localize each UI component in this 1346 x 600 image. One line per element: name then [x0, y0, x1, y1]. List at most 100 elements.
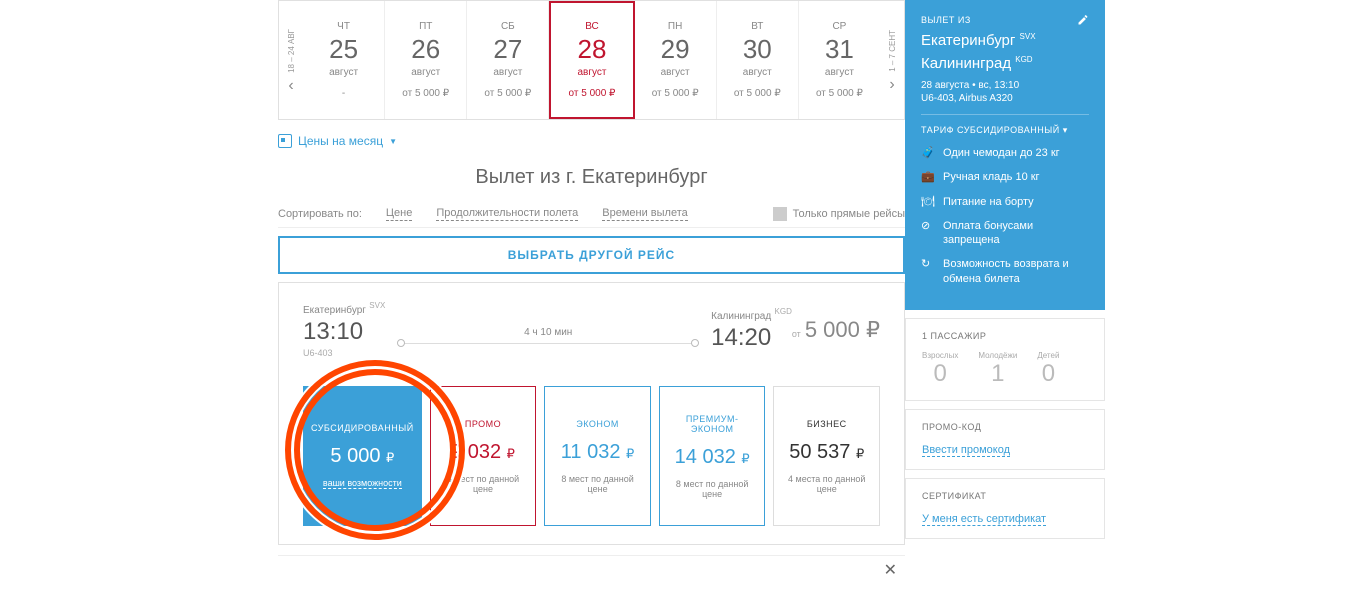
fare-seats: 8 мест по данной цене [439, 474, 528, 494]
pax-col: Молодёжи1 [978, 351, 1017, 388]
day-price: от 5 000 ₽ [402, 88, 449, 99]
day-price: от 5 000 ₽ [484, 88, 531, 99]
day-month: август [661, 67, 690, 78]
summary-flight-info: U6-403, Airbus A320 [921, 93, 1089, 104]
pax-col: Взрослых0 [922, 351, 958, 388]
day-month: август [411, 67, 440, 78]
chevron-left-icon: ‹ [288, 77, 293, 95]
feature-icon: ⊘ [921, 219, 935, 233]
day-month: август [329, 67, 358, 78]
day-31[interactable]: СР 31 август от 5 000 ₽ [799, 1, 880, 119]
enter-promo-link[interactable]: Ввести промокод [922, 444, 1010, 457]
date-next-range: 1 – 7 СЕНТ [888, 30, 897, 72]
day-30[interactable]: ВТ 30 август от 5 000 ₽ [717, 1, 799, 119]
summary-to-city: Калининград KGD [921, 55, 1089, 72]
choose-another-flight-button[interactable]: ВЫБРАТЬ ДРУГОЙ РЕЙС [278, 236, 905, 274]
sort-price[interactable]: Цене [386, 207, 412, 221]
tariff-feature: ⊘Оплата бонусами запрещена [921, 219, 1089, 248]
tariff-feature: 🧳Один чемодан до 23 кг [921, 146, 1089, 160]
day-number: 31 [825, 34, 854, 65]
sort-duration[interactable]: Продолжительности полета [436, 207, 578, 221]
close-button[interactable]: ✕ [278, 555, 905, 584]
date-prev[interactable]: 18 – 24 АВГ ‹ [279, 1, 303, 119]
direct-only-toggle[interactable]: Только прямые рейсы [773, 207, 905, 221]
arr-code: KGD [775, 307, 792, 316]
pax-col: Детей0 [1037, 351, 1059, 388]
day-price: - [342, 88, 345, 99]
fare-name: ЭКОНОМ [576, 419, 619, 429]
passengers-label: 1 ПАССАЖИР [922, 331, 1088, 341]
sort-departure[interactable]: Времени вылета [602, 207, 687, 221]
day-dow: ПТ [419, 21, 432, 32]
arr-city: Калининград [711, 311, 771, 322]
flight-number: U6-403 [303, 348, 385, 358]
day-number: 29 [661, 34, 690, 65]
day-number: 25 [329, 34, 358, 65]
fare-promo[interactable]: ПРОМО 9 032 ₽ 8 мест по данной цене [430, 386, 537, 526]
flight-duration: 4 ч 10 мин [524, 327, 572, 338]
fare-price: 14 032 ₽ [675, 446, 750, 469]
certificate-link[interactable]: У меня есть сертификат [922, 513, 1046, 526]
day-month: август [577, 67, 606, 78]
day-dow: СБ [501, 21, 515, 32]
date-next[interactable]: 1 – 7 СЕНТ › [880, 1, 904, 119]
day-dow: СР [832, 21, 846, 32]
day-28[interactable]: ВС 28 август от 5 000 ₽ [549, 1, 634, 119]
promo-panel: ПРОМО-КОД Ввести промокод [905, 409, 1105, 470]
page-title: Вылет из г. Екатеринбург [278, 166, 905, 189]
fare-biz[interactable]: БИЗНЕС 50 537 ₽ 4 места по данной цене [773, 386, 880, 526]
certificate-panel: СЕРТИФИКАТ У меня есть сертификат [905, 478, 1105, 539]
day-number: 30 [743, 34, 772, 65]
depart-from-label: ВЫЛЕТ ИЗ [921, 15, 971, 25]
day-dow: ЧТ [337, 21, 350, 32]
day-month: август [825, 67, 854, 78]
fare-seats: 4 места по данной цене [782, 474, 871, 494]
summary-datetime: 28 августа • вс, 13:10 [921, 80, 1089, 91]
fare-prem[interactable]: ПРЕМИУМ-ЭКОНОМ 14 032 ₽ 8 мест по данной… [659, 386, 766, 526]
fare-name: СУБСИДИРОВАННЫЙ [311, 423, 414, 433]
fare-name: ПРОМО [465, 419, 501, 429]
flight-card: Екатеринбург SVX 13:10 U6-403 4 ч 10 мин… [278, 282, 905, 545]
date-carousel: 18 – 24 АВГ ‹ ЧТ 25 август -ПТ 26 август… [278, 0, 905, 120]
tariff-feature: 🍽Питание на борту [921, 195, 1089, 209]
fare-seats: 8 мест по данной цене [668, 479, 757, 499]
fare-econ[interactable]: ЭКОНОМ 11 032 ₽ 8 мест по данной цене [544, 386, 651, 526]
pax-type: Молодёжи [978, 351, 1017, 360]
feature-icon: 💼 [921, 170, 935, 184]
sort-label: Сортировать по: [278, 208, 362, 220]
day-27[interactable]: СБ 27 август от 5 000 ₽ [467, 1, 549, 119]
certificate-label: СЕРТИФИКАТ [922, 491, 1088, 501]
checkbox-icon [773, 207, 787, 221]
tariff-feature: 💼Ручная кладь 10 кг [921, 170, 1089, 184]
fare-sub[interactable]: СУБСИДИРОВАННЫЙ 5 000 ₽ ваши возможности [303, 386, 422, 526]
month-prices-link[interactable]: Цены на месяц ▼ [278, 134, 905, 148]
day-price: от 5 000 ₽ [816, 88, 863, 99]
day-price: от 5 000 ₽ [569, 88, 616, 99]
fare-seats: 8 мест по данной цене [553, 474, 642, 494]
feature-icon: 🧳 [921, 146, 935, 160]
trip-summary-panel: ВЫЛЕТ ИЗ Екатеринбург SVX Калининград KG… [905, 0, 1105, 310]
day-number: 26 [411, 34, 440, 65]
fare-seats: ваши возможности [323, 478, 402, 489]
day-month: август [743, 67, 772, 78]
passengers-panel: 1 ПАССАЖИР Взрослых0 Молодёжи1 Детей0 [905, 318, 1105, 401]
summary-from-city: Екатеринбург SVX [921, 32, 1089, 49]
dep-city: Екатеринбург [303, 305, 366, 316]
day-26[interactable]: ПТ 26 август от 5 000 ₽ [385, 1, 467, 119]
day-dow: ВС [585, 21, 599, 32]
day-29[interactable]: ПН 29 август от 5 000 ₽ [635, 1, 717, 119]
chevron-down-icon: ▼ [389, 137, 397, 146]
day-25[interactable]: ЧТ 25 август - [303, 1, 385, 119]
from-label: от [792, 329, 801, 339]
dep-time: 13:10 [303, 318, 385, 346]
edit-icon[interactable] [1077, 14, 1089, 26]
feature-icon: 🍽 [921, 195, 935, 209]
fare-price: 9 032 ₽ [451, 441, 515, 464]
day-number: 28 [578, 34, 607, 65]
tariff-header[interactable]: ТАРИФ СУБСИДИРОВАННЫЙ ▾ [921, 125, 1089, 136]
fare-name: БИЗНЕС [807, 419, 847, 429]
day-dow: ВТ [751, 21, 763, 32]
chevron-right-icon: › [889, 76, 894, 94]
fare-price: 5 000 ₽ [330, 445, 394, 468]
feature-icon: ↻ [921, 257, 935, 271]
